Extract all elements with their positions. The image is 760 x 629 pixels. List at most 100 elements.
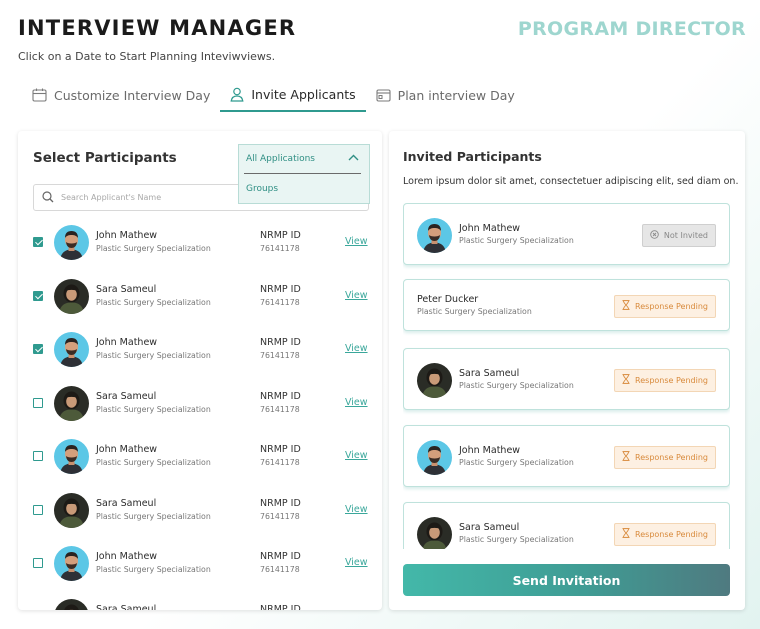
page-subtitle: Click on a Date to Start Planning Intevi… xyxy=(18,50,276,63)
nrmp-id-label: NRMP ID xyxy=(260,230,301,241)
user-icon xyxy=(230,87,244,102)
nrmp-id-label: NRMP ID xyxy=(260,284,301,295)
view-link[interactable]: View xyxy=(345,504,368,515)
nrmp-id-label: NRMP ID xyxy=(260,604,301,610)
invited-card[interactable]: Sara Sameul Plastic Surgery Specializatio… xyxy=(403,348,730,410)
participant-checkbox[interactable] xyxy=(33,505,43,515)
nrmp-id-label: NRMP ID xyxy=(260,498,301,509)
invited-name: Sara Sameul xyxy=(459,368,520,379)
avatar xyxy=(417,362,452,398)
invited-specialization: Plastic Surgery Specialization xyxy=(459,236,574,245)
close-circle-icon xyxy=(650,229,659,241)
dropdown-option-all-applications[interactable]: All Applications xyxy=(239,145,369,173)
tab-invite-applicants[interactable]: Invite Applicants xyxy=(220,80,366,112)
invited-list[interactable]: John Mathew Plastic Surgery Specializatio… xyxy=(403,203,730,549)
invited-participants-panel: Invited Participants Lorem ipsum dolor s… xyxy=(389,131,745,610)
nrmp-id-label: NRMP ID xyxy=(260,337,301,348)
applications-filter-dropdown[interactable]: All Applications Groups xyxy=(238,144,370,204)
participant-row: John Mathew Plastic Surgery Specializatio… xyxy=(18,326,382,379)
card-icon xyxy=(376,88,391,102)
invited-specialization: Plastic Surgery Specialization xyxy=(459,535,574,544)
tab-bar: Customize Interview Day Invite Applicant… xyxy=(22,80,525,112)
nrmp-id-value: 76141178 xyxy=(260,298,300,307)
search-input[interactable] xyxy=(61,193,241,202)
participant-checkbox[interactable] xyxy=(33,398,43,408)
nrmp-id-value: 76141178 xyxy=(260,458,300,467)
app-title: INTERVIEW MANAGER xyxy=(18,16,297,40)
tab-label: Plan interview Day xyxy=(397,87,515,103)
participant-checkbox[interactable] xyxy=(33,451,43,461)
calendar-icon xyxy=(32,88,47,102)
dropdown-option-groups[interactable]: Groups xyxy=(239,174,369,204)
participant-specialization: Plastic Surgery Specialization xyxy=(96,512,211,521)
view-link[interactable]: View xyxy=(345,343,368,354)
nrmp-id-value: 76141178 xyxy=(260,351,300,360)
view-link[interactable]: View xyxy=(345,450,368,461)
nrmp-id-label: NRMP ID xyxy=(260,391,301,402)
participant-specialization: Plastic Surgery Specialization xyxy=(96,244,211,253)
participant-specialization: Plastic Surgery Specialization xyxy=(96,565,211,574)
panel-description: Lorem ipsum dolor sit amet, consectetuer… xyxy=(403,176,739,187)
participant-name: Sara Sameul xyxy=(96,604,157,610)
hourglass-icon xyxy=(622,374,630,386)
participant-row: Sara Sameul Plastic Surgery Specializatio… xyxy=(18,273,382,326)
invited-specialization: Plastic Surgery Specialization xyxy=(459,458,574,467)
participant-checkbox[interactable] xyxy=(33,344,43,354)
hourglass-icon xyxy=(622,300,630,312)
view-link[interactable]: View xyxy=(345,397,368,408)
nrmp-id-value: 76141178 xyxy=(260,512,300,521)
nrmp-id-value: 76141178 xyxy=(260,565,300,574)
invited-specialization: Plastic Surgery Specialization xyxy=(417,307,532,316)
participant-name: Sara Sameul xyxy=(96,284,157,295)
send-invitation-button[interactable]: Send Invitation xyxy=(403,564,730,596)
status-label: Not Invited xyxy=(663,230,708,240)
avatar xyxy=(417,439,452,475)
participant-name: John Mathew xyxy=(96,444,158,455)
nrmp-id-label: NRMP ID xyxy=(260,444,301,455)
participant-checkbox[interactable] xyxy=(33,558,43,568)
invited-name: Sara Sameul xyxy=(459,522,520,533)
tab-customize-interview-day[interactable]: Customize Interview Day xyxy=(22,80,220,110)
invited-card[interactable]: John Mathew Plastic Surgery Specializatio… xyxy=(403,425,730,487)
avatar xyxy=(54,439,89,474)
panel-title: Invited Participants xyxy=(403,149,542,164)
participant-row: John Mathew Plastic Surgery Specializatio… xyxy=(18,219,382,272)
participant-specialization: Plastic Surgery Specialization xyxy=(96,351,211,360)
participant-row: Sara Sameul Plastic Surgery Specializatio… xyxy=(18,487,382,540)
role-title: PROGRAM DIRECTOR xyxy=(517,18,746,40)
search-icon xyxy=(42,188,54,207)
status-label: Response Pending xyxy=(635,375,708,385)
participant-specialization: Plastic Surgery Specialization xyxy=(96,298,211,307)
nrmp-id-value: 76141178 xyxy=(260,244,300,253)
avatar xyxy=(417,217,452,253)
status-badge: Response Pending xyxy=(614,368,716,392)
view-link[interactable]: View xyxy=(345,236,368,247)
status-label: Response Pending xyxy=(635,301,708,311)
view-link[interactable]: View xyxy=(345,557,368,568)
view-link[interactable]: View xyxy=(345,290,368,301)
avatar xyxy=(54,546,89,581)
avatar xyxy=(54,279,89,314)
status-badge: Response Pending xyxy=(614,445,716,469)
invited-name: Peter Ducker xyxy=(417,294,479,305)
participant-specialization: Plastic Surgery Specialization xyxy=(96,458,211,467)
select-participants-panel: Select Participants All Applications Gro… xyxy=(18,131,382,610)
avatar xyxy=(54,332,89,367)
invited-card[interactable]: John Mathew Plastic Surgery Specializatio… xyxy=(403,203,730,265)
dropdown-selected-label: All Applications xyxy=(246,154,315,164)
status-label: Response Pending xyxy=(635,452,708,462)
participant-checkbox[interactable] xyxy=(33,237,43,247)
participant-specialization: Plastic Surgery Specialization xyxy=(96,405,211,414)
tab-plan-interview-day[interactable]: Plan interview Day xyxy=(366,80,525,110)
avatar xyxy=(54,493,89,528)
hourglass-icon xyxy=(622,451,630,463)
invited-card[interactable]: Peter Ducker Plastic Surgery Specializati… xyxy=(403,279,730,331)
status-badge: Not Invited xyxy=(641,223,716,247)
participant-row: John Mathew Plastic Surgery Specializatio… xyxy=(18,540,382,593)
chevron-up-icon[interactable] xyxy=(348,154,359,164)
invited-name: John Mathew xyxy=(459,445,521,456)
invited-card[interactable]: Sara Sameul Plastic Surgery Specializatio… xyxy=(403,502,730,549)
hourglass-icon xyxy=(622,528,630,540)
invited-specialization: Plastic Surgery Specialization xyxy=(459,381,574,390)
participant-checkbox[interactable] xyxy=(33,291,43,301)
